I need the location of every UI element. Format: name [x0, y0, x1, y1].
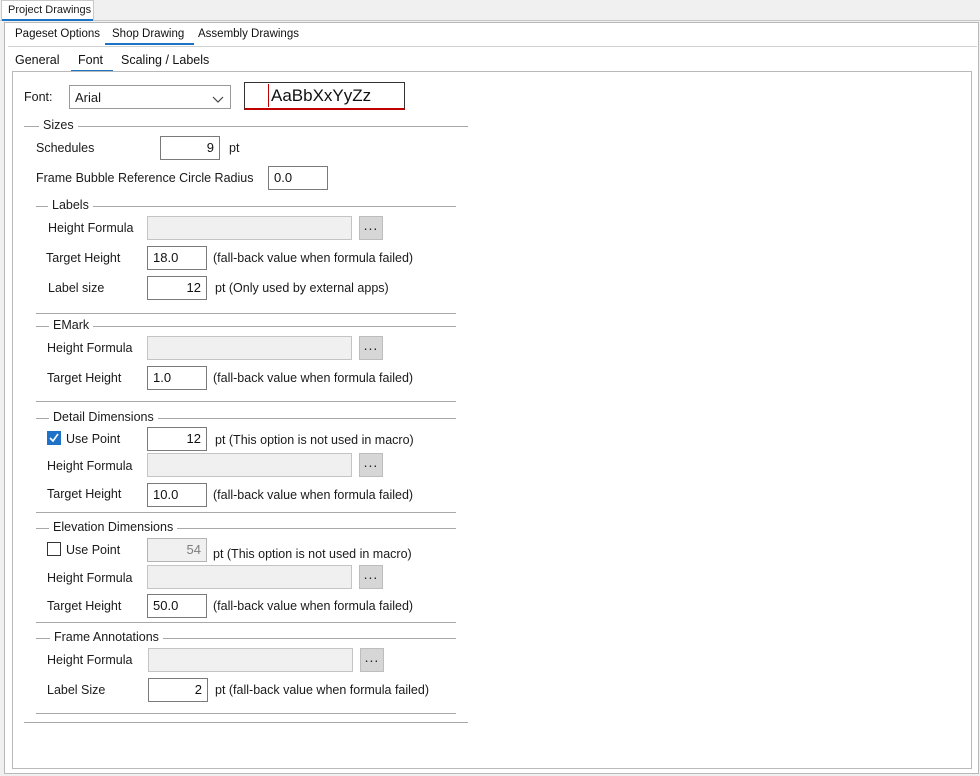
- frame-height-formula-label: Height Formula: [47, 653, 133, 667]
- font-dropdown[interactable]: Arial: [69, 85, 231, 109]
- labels-label-size-input[interactable]: 12: [147, 276, 207, 300]
- tab-general[interactable]: General: [15, 53, 59, 67]
- labels-target-height-input[interactable]: 18.0: [147, 246, 207, 270]
- emark-target-height-note: (fall-back value when formula failed): [213, 371, 414, 385]
- detail-height-formula-input[interactable]: [147, 453, 352, 477]
- frame-bubble-input[interactable]: 0.0: [268, 166, 328, 190]
- emark-browse-button[interactable]: ...: [359, 336, 383, 360]
- tab-assembly-drawings[interactable]: Assembly Drawings: [198, 28, 299, 40]
- labels-height-formula-label: Height Formula: [48, 221, 134, 235]
- tab-pageset-options[interactable]: Pageset Options: [15, 28, 100, 40]
- detail-height-formula-label: Height Formula: [47, 459, 133, 473]
- labels-height-formula-input[interactable]: [147, 216, 352, 240]
- tab-font[interactable]: Font: [70, 53, 114, 72]
- font-dropdown-value: Arial: [75, 90, 102, 105]
- labels-header: Labels: [48, 198, 93, 212]
- elevation-bottom-line: [36, 622, 456, 623]
- elevation-height-formula-label: Height Formula: [47, 571, 133, 585]
- detail-target-height-note: (fall-back value when formula failed): [213, 488, 414, 502]
- frame-bubble-label: Frame Bubble Reference Circle Radius: [36, 171, 254, 185]
- tab-project-drawings-label: Project Drawings: [8, 4, 92, 16]
- detail-header: Detail Dimensions: [49, 410, 158, 424]
- emark-target-height-label: Target Height: [47, 371, 122, 385]
- labels-target-height-note: (fall-back value when formula failed): [213, 251, 414, 265]
- labels-line: [36, 206, 456, 207]
- elevation-use-point-input[interactable]: 54: [147, 538, 207, 562]
- frame-height-formula-input[interactable]: [148, 648, 353, 672]
- detail-target-height-label: Target Height: [47, 487, 122, 501]
- elevation-use-point-checkbox[interactable]: [47, 542, 61, 556]
- frame-label-size-note: pt (fall-back value when formula failed): [215, 683, 429, 697]
- labels-label-size-label: Label size: [48, 281, 105, 295]
- frame-browse-button[interactable]: ...: [360, 648, 384, 672]
- labels-bottom-line: [36, 313, 456, 314]
- labels-target-height-label: Target Height: [46, 251, 121, 265]
- elevation-target-height-label: Target Height: [47, 599, 122, 613]
- labels-browse-button[interactable]: ...: [359, 216, 383, 240]
- elevation-use-point-label[interactable]: Use Point: [66, 543, 120, 557]
- elevation-height-formula-input[interactable]: [147, 565, 352, 589]
- level2-tab-line: [8, 46, 977, 47]
- elevation-browse-button[interactable]: ...: [359, 565, 383, 589]
- frame-label-size-label: Label Size: [47, 683, 106, 697]
- sizes-header: Sizes: [39, 118, 78, 132]
- frame-label-size-input[interactable]: 2: [148, 678, 208, 702]
- font-preview-box: AaBbXxYyZz: [244, 82, 405, 110]
- emark-header: EMark: [49, 318, 94, 332]
- font-preview-text: AaBbXxYyZz: [271, 86, 372, 105]
- elevation-target-height-input[interactable]: 50.0: [147, 594, 207, 618]
- elevation-use-point-note: pt (This option is not used in macro): [213, 547, 412, 561]
- detail-bottom-line: [36, 512, 456, 513]
- schedules-label: Schedules: [36, 141, 95, 155]
- emark-target-height-input[interactable]: 1.0: [147, 366, 207, 390]
- emark-line: [36, 326, 456, 327]
- checkmark-icon: [49, 433, 59, 443]
- detail-use-point-checkbox[interactable]: [47, 431, 61, 445]
- detail-target-height-input[interactable]: 10.0: [147, 483, 207, 507]
- frame-header: Frame Annotations: [50, 630, 163, 644]
- chevron-down-icon: [212, 93, 224, 107]
- emark-bottom-line: [36, 401, 456, 402]
- top-tab-strip-line: [0, 20, 980, 21]
- schedules-input[interactable]: 9: [160, 136, 220, 160]
- tab-scaling-labels[interactable]: Scaling / Labels: [121, 53, 209, 67]
- detail-use-point-note: pt (This option is not used in macro): [215, 433, 414, 447]
- preview-cursor: [268, 84, 269, 107]
- elevation-header: Elevation Dimensions: [49, 520, 178, 534]
- tab-project-drawings-underline: [2, 19, 93, 21]
- sizes-line: [24, 126, 468, 127]
- elevation-target-height-note: (fall-back value when formula failed): [213, 599, 414, 613]
- sizes-bottom-line: [24, 722, 468, 723]
- detail-use-point-input[interactable]: 12: [147, 427, 207, 451]
- emark-height-formula-label: Height Formula: [47, 341, 133, 355]
- detail-use-point-label[interactable]: Use Point: [66, 432, 120, 446]
- tab-shop-drawing[interactable]: Shop Drawing: [104, 28, 195, 45]
- schedules-unit: pt: [229, 141, 240, 155]
- emark-height-formula-input[interactable]: [147, 336, 352, 360]
- tab-project-drawings[interactable]: Project Drawings: [1, 0, 94, 21]
- detail-browse-button[interactable]: ...: [359, 453, 383, 477]
- labels-label-size-note: pt (Only used by external apps): [215, 281, 389, 295]
- frame-bottom-line: [36, 713, 456, 714]
- font-label: Font:: [24, 90, 53, 104]
